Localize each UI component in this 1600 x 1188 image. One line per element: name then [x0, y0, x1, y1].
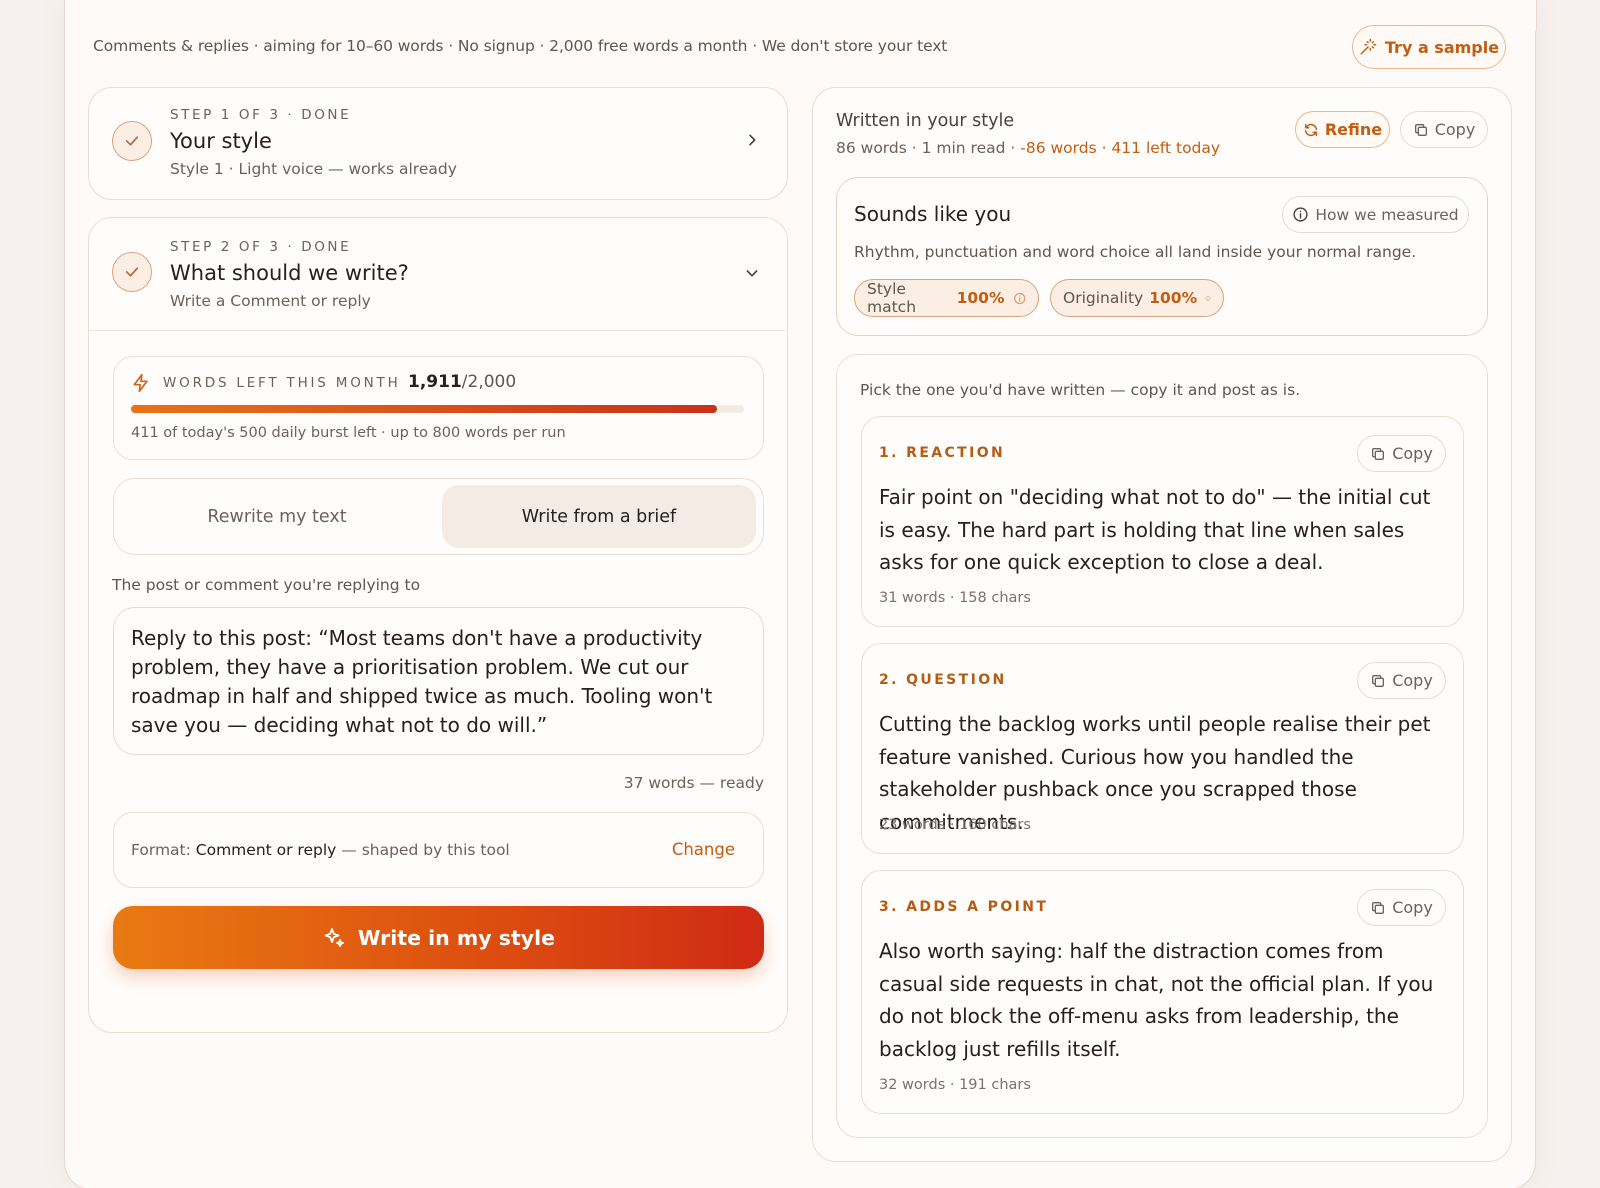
step2-subtitle: Write a Comment or reply: [170, 292, 371, 310]
quota-used: 1,911: [408, 372, 462, 392]
format-line: Format: Comment or reply — shaped by thi…: [131, 841, 510, 859]
style-match-label: Style match: [867, 280, 917, 316]
result-meta-plain: 86 words · 1 min read ·: [836, 139, 1016, 157]
copy-icon: [1372, 447, 1385, 460]
option-copy-button[interactable]: Copy: [1357, 435, 1446, 472]
option-meta: 31 words · 158 chars: [879, 590, 1031, 606]
step1-check: [112, 121, 152, 161]
option-label: 2. QUESTION: [879, 672, 1007, 688]
option-text: Fair point on "deciding what not to do" …: [879, 485, 1431, 574]
try-sample-label: Try a sample: [1384, 37, 1500, 57]
originality-value: 100%: [1149, 289, 1198, 307]
quota-bar-fill: [131, 405, 717, 413]
chevron-down-icon[interactable]: [744, 265, 760, 281]
quota-label: WORDS LEFT THIS MONTH: [163, 375, 401, 391]
step1-subtitle: Style 1 · Light voice — works already: [170, 160, 457, 178]
copy-icon: [1372, 674, 1385, 687]
sounds-description: Rhythm, punctuation and word choice all …: [854, 243, 1417, 261]
check-icon: [125, 267, 139, 277]
option-copy-button[interactable]: Copy: [1357, 889, 1446, 926]
word-counter: 37 words — ready: [623, 774, 764, 792]
options-intro: Pick the one you'd have written — copy i…: [860, 381, 1301, 399]
style-match-value: 100%: [956, 289, 1005, 307]
option-label: 1. REACTION: [879, 445, 1006, 461]
originality-badge[interactable]: Originality 100%: [1050, 279, 1224, 317]
check-icon: [125, 136, 139, 146]
option-card-3: 3. ADDS A POINT Copy Also worth saying: …: [861, 870, 1464, 1114]
option-card-2: 2. QUESTION Copy Cutting the backlog wor…: [861, 643, 1464, 854]
step2-header[interactable]: STEP 2 OF 3 · DONE What should we write?…: [89, 218, 786, 331]
sounds-title: Sounds like you: [854, 202, 1012, 226]
mode-toggle: Rewrite my text Write from a brief: [113, 478, 764, 555]
write-button-label: Write in my style: [357, 925, 556, 950]
copy-label: Copy: [1392, 444, 1433, 463]
format-value: Comment or reply: [195, 841, 337, 859]
copy-icon: [1414, 123, 1427, 136]
refine-button[interactable]: Refine: [1295, 111, 1390, 148]
step1-title: Your style: [170, 129, 272, 153]
input-label: The post or comment you're replying to: [112, 576, 421, 594]
copy-label: Copy: [1392, 671, 1433, 690]
style-match-badge[interactable]: Style match 100%: [854, 279, 1039, 317]
step2-eyebrow: STEP 2 OF 3 · DONE: [170, 239, 352, 255]
refine-label: Refine: [1324, 120, 1383, 139]
header-note: Comments & replies · aiming for 10–60 wo…: [93, 37, 948, 55]
option-copy-button[interactable]: Copy: [1357, 662, 1446, 699]
option-meta: 32 words · 191 chars: [879, 1077, 1031, 1093]
lightning-icon: [133, 373, 148, 393]
write-in-my-style-button[interactable]: Write in my style: [113, 906, 764, 969]
copy-all-label: Copy: [1434, 120, 1476, 139]
option-meta: 23 words · 160 chars: [879, 817, 1031, 833]
how-we-measured-button[interactable]: How we measured: [1282, 196, 1469, 233]
quota-bar: [131, 405, 744, 413]
info-icon: [1293, 207, 1308, 222]
option-card-1: 1. REACTION Copy Fair point on "deciding…: [861, 416, 1464, 627]
result-meta: 86 words · 1 min read · -86 words · 411 …: [836, 139, 1220, 157]
option-label: 3. ADDS A POINT: [879, 899, 1049, 915]
format-change-link[interactable]: Change: [672, 840, 735, 859]
result-meta-accent: -86 words · 411 left today: [1020, 139, 1221, 157]
quota-count: 1,911/2,000: [408, 372, 516, 392]
step1-eyebrow: STEP 1 OF 3 · DONE: [170, 107, 352, 123]
how-we-measured-label: How we measured: [1315, 205, 1459, 224]
try-sample-button[interactable]: Try a sample: [1352, 25, 1506, 69]
reply-source-textarea[interactable]: Reply to this post: “Most teams don't ha…: [113, 607, 764, 755]
chevron-right-icon[interactable]: [744, 132, 760, 148]
originality-label: Originality: [1063, 289, 1144, 307]
quota-total: /2,000: [461, 372, 517, 392]
refresh-icon: [1304, 123, 1317, 136]
option-text: Also worth saying: half the distraction …: [879, 939, 1434, 1061]
copy-icon: [1372, 901, 1385, 914]
copy-all-button[interactable]: Copy: [1400, 111, 1488, 148]
mode-brief-option[interactable]: Write from a brief: [442, 485, 756, 548]
copy-label: Copy: [1392, 898, 1433, 917]
mode-rewrite-option[interactable]: Rewrite my text: [120, 485, 434, 548]
info-icon: [1013, 292, 1025, 304]
format-prefix: Format:: [131, 841, 191, 859]
result-title: Written in your style: [836, 111, 1015, 131]
quota-note: 411 of today's 500 daily burst left · up…: [131, 425, 566, 441]
step1-card[interactable]: STEP 1 OF 3 · DONE Your style Style 1 · …: [88, 87, 788, 200]
magic-wand-icon: [1360, 38, 1377, 55]
format-box: Format: Comment or reply — shaped by thi…: [113, 812, 764, 888]
step2-check: [112, 252, 152, 292]
sparkles-icon: [324, 927, 344, 947]
format-suffix: — shaped by this tool: [341, 841, 510, 859]
step2-title: What should we write?: [170, 261, 409, 285]
info-icon: [1205, 295, 1211, 301]
quota-box: WORDS LEFT THIS MONTH 1,911/2,000 411 of…: [113, 356, 764, 460]
